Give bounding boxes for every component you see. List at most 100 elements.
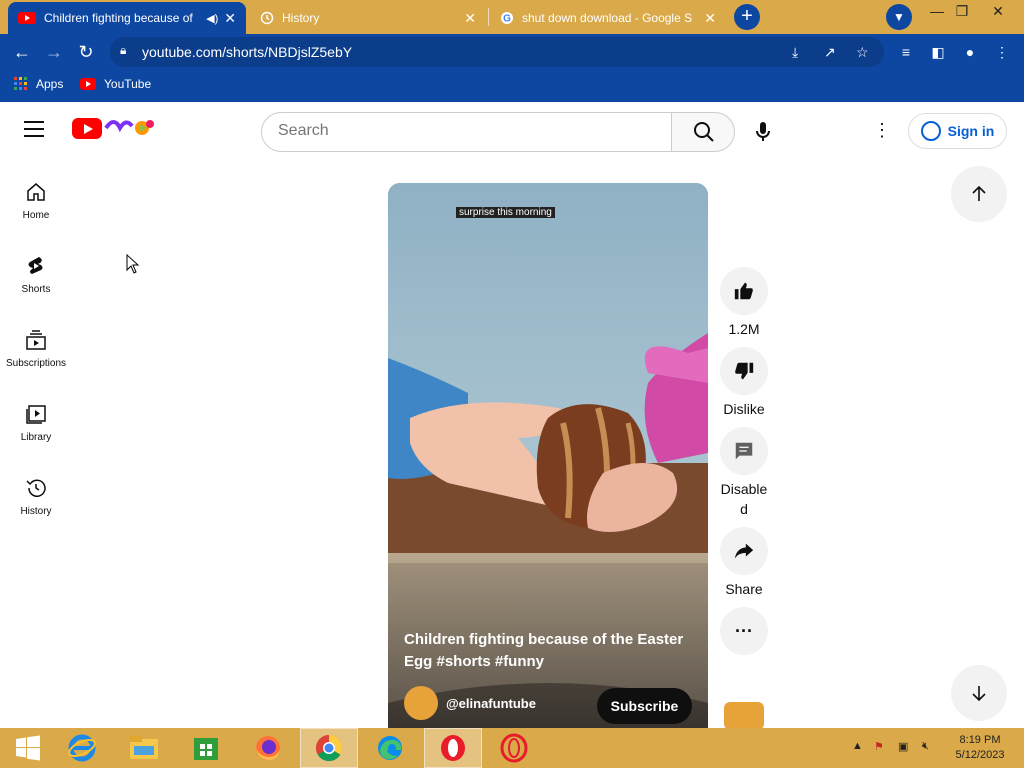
sound-source-thumbnail[interactable] bbox=[724, 702, 764, 728]
tab-separator bbox=[488, 8, 489, 26]
close-tab-icon[interactable]: ✕ bbox=[464, 10, 476, 27]
forward-arrow-icon[interactable]: → bbox=[42, 40, 66, 64]
guide-label: Shorts bbox=[21, 284, 51, 295]
guide-item-history[interactable]: History bbox=[0, 464, 72, 538]
thumbs-up-icon bbox=[734, 282, 753, 300]
guide-item-home[interactable]: Home bbox=[0, 168, 72, 242]
search-input[interactable] bbox=[278, 122, 648, 140]
share-page-icon[interactable]: ↗ bbox=[824, 44, 836, 61]
comment-icon bbox=[735, 442, 753, 460]
taskbar-file-explorer[interactable] bbox=[116, 728, 172, 768]
microphone-icon bbox=[756, 122, 770, 141]
dislike-button[interactable] bbox=[720, 347, 768, 395]
taskbar-edge[interactable] bbox=[362, 728, 418, 768]
taskbar-firefox[interactable] bbox=[240, 728, 296, 768]
action-center-flag-icon[interactable]: ⚑ bbox=[874, 740, 884, 753]
thumbs-down-icon bbox=[735, 362, 754, 380]
youtube-icon bbox=[80, 78, 96, 90]
channel-row: @elinafuntube bbox=[404, 686, 536, 720]
taskbar-opera[interactable] bbox=[424, 728, 482, 768]
taskbar-internet-explorer[interactable] bbox=[54, 728, 110, 768]
close-tab-icon[interactable]: ✕ bbox=[224, 10, 236, 27]
close-window-icon[interactable]: ✕ bbox=[981, 0, 1015, 24]
voice-search-button[interactable] bbox=[745, 114, 781, 150]
like-button[interactable] bbox=[720, 267, 768, 315]
close-tab-icon[interactable]: ✕ bbox=[704, 10, 716, 27]
firefox-icon bbox=[256, 736, 280, 760]
opera-icon bbox=[441, 735, 465, 761]
more-action: ··· bbox=[718, 607, 770, 655]
profile-icon[interactable]: ● bbox=[958, 40, 982, 64]
taskbar-chrome[interactable] bbox=[300, 728, 358, 768]
install-app-icon[interactable]: ⤓ bbox=[792, 44, 798, 61]
more-horizontal-icon: ··· bbox=[735, 621, 753, 641]
tab-google-search[interactable]: G shut down download - Google S ✕ bbox=[490, 2, 726, 34]
lock-icon: 🔒︎ bbox=[120, 43, 127, 57]
windows-logo-icon bbox=[16, 735, 40, 761]
share-button[interactable] bbox=[720, 527, 768, 575]
address-bar[interactable]: 🔒︎ youtube.com/shorts/NBDjslZ5ebY ⤓ ↗ ☆ bbox=[110, 37, 884, 67]
bookmark-apps[interactable]: Apps bbox=[14, 77, 63, 91]
guide-item-library[interactable]: Library bbox=[0, 390, 72, 464]
guide-item-subscriptions[interactable]: Subscriptions bbox=[0, 316, 72, 390]
back-arrow-icon[interactable]: ← bbox=[10, 40, 34, 64]
restore-icon[interactable]: ❐ bbox=[945, 0, 979, 24]
network-icon[interactable]: ▣ bbox=[898, 740, 908, 753]
bookmark-star-icon[interactable]: ☆ bbox=[856, 44, 869, 61]
channel-name[interactable]: @elinafuntube bbox=[446, 696, 536, 711]
sign-in-button[interactable]: Sign in bbox=[908, 113, 1007, 149]
mouse-cursor-icon bbox=[126, 254, 140, 274]
share-arrow-icon bbox=[734, 543, 754, 559]
logo-doodle-icon[interactable] bbox=[104, 116, 156, 145]
store-icon bbox=[194, 738, 218, 760]
guide-item-shorts[interactable]: Shorts bbox=[0, 242, 72, 316]
subscribe-button[interactable]: Subscribe bbox=[597, 688, 692, 724]
bookmark-youtube[interactable]: YouTube bbox=[80, 77, 151, 91]
reload-icon[interactable]: ↻ bbox=[74, 40, 98, 64]
system-clock[interactable]: 8:19 PM 5/12/2023 bbox=[952, 733, 1008, 763]
next-short-button[interactable] bbox=[951, 665, 1007, 721]
channel-avatar[interactable] bbox=[404, 686, 438, 720]
subscriptions-icon bbox=[26, 330, 46, 350]
chrome-icon bbox=[315, 734, 343, 762]
more-options-button[interactable]: ··· bbox=[720, 607, 768, 655]
guide-label: Subscriptions bbox=[5, 358, 67, 369]
file-explorer-icon bbox=[130, 736, 158, 759]
short-title[interactable]: Children fighting because of the Easter … bbox=[404, 629, 694, 673]
opera-gx-icon bbox=[500, 733, 528, 763]
tab-search-chevron-icon[interactable]: ▼ bbox=[886, 4, 912, 30]
speaker-icon[interactable]: ◀) bbox=[206, 12, 218, 25]
show-hidden-icons-icon[interactable]: ▲ bbox=[852, 740, 863, 752]
youtube-logo[interactable] bbox=[72, 118, 102, 139]
browser-menu-icon[interactable]: ⋮ bbox=[990, 40, 1014, 64]
tab-title: shut down download - Google S bbox=[522, 11, 693, 25]
taskbar-opera-gx[interactable] bbox=[486, 728, 542, 768]
search-field[interactable] bbox=[261, 112, 672, 152]
start-button[interactable] bbox=[0, 728, 56, 768]
comments-button[interactable] bbox=[720, 427, 768, 475]
tab-youtube-short[interactable]: Children fighting because of ◀) ✕ bbox=[8, 2, 246, 34]
share-label: Share bbox=[725, 581, 763, 597]
tab-title: History bbox=[282, 11, 320, 25]
reading-list-icon[interactable]: ≡ bbox=[894, 40, 918, 64]
hamburger-menu-icon[interactable] bbox=[24, 121, 44, 142]
sign-in-label: Sign in bbox=[947, 123, 995, 139]
bookmarks-bar: Apps YouTube bbox=[0, 70, 1024, 102]
new-tab-button[interactable]: + bbox=[734, 4, 760, 30]
masthead: ⋮ Sign in bbox=[0, 102, 1024, 158]
previous-short-button[interactable] bbox=[951, 166, 1007, 222]
dislike-label: Dislike bbox=[723, 401, 765, 417]
comments-label: Disable d bbox=[720, 481, 768, 517]
search-button[interactable] bbox=[671, 112, 735, 152]
tab-history[interactable]: History ✕ bbox=[250, 2, 486, 34]
settings-kebab-icon[interactable]: ⋮ bbox=[870, 116, 894, 144]
bookmark-label: Apps bbox=[36, 77, 64, 91]
side-panel-icon[interactable]: ◧ bbox=[926, 40, 950, 64]
taskbar-store[interactable] bbox=[178, 728, 234, 768]
windows-taskbar: ▲ ⚑ ▣ 🔇︎ 8:19 PM 5/12/2023 bbox=[0, 728, 1024, 768]
short-video-player[interactable]: surprise this morning Children fighting … bbox=[388, 183, 708, 728]
volume-muted-icon[interactable]: 🔇︎ bbox=[922, 740, 929, 753]
tab-title: Children fighting because of bbox=[44, 11, 193, 25]
url-text: youtube.com/shorts/NBDjslZ5ebY bbox=[142, 44, 353, 60]
youtube-page: ⋮ Sign in Home Shorts Subscriptions Libr… bbox=[0, 102, 1024, 728]
